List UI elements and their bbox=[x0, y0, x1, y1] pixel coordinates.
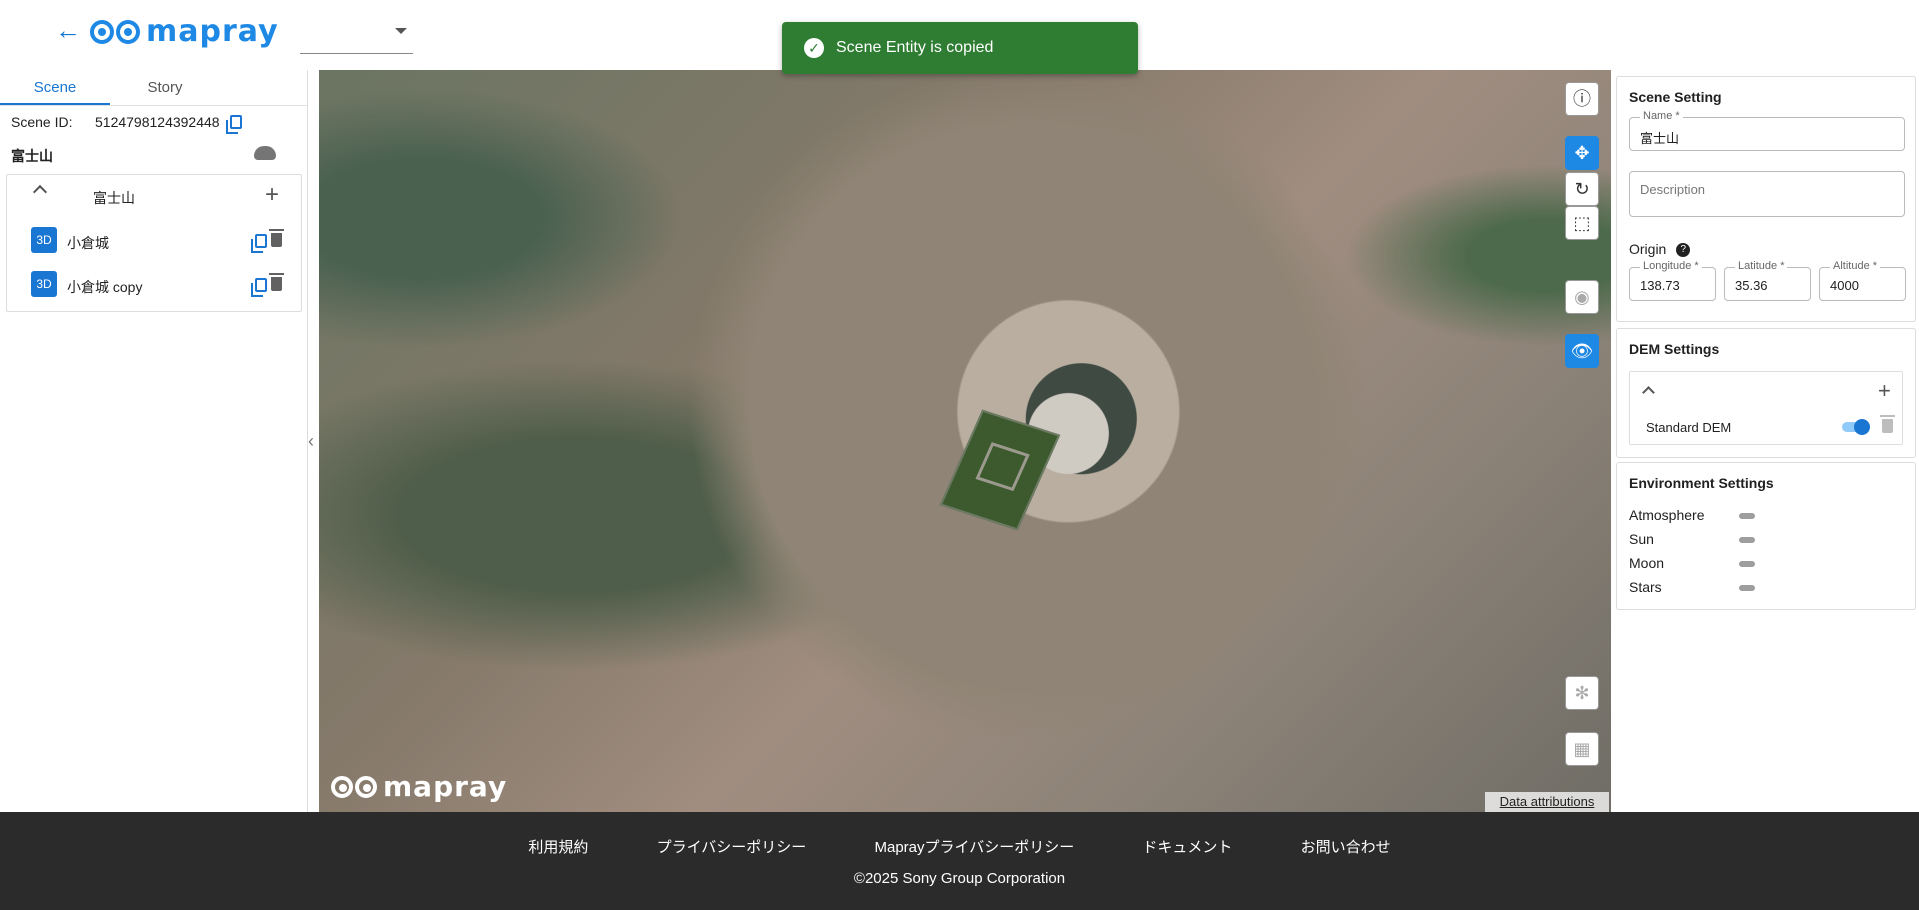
owl-logo-icon bbox=[90, 19, 140, 44]
success-toast: ✓ Scene Entity is copied bbox=[782, 22, 1138, 74]
latitude-value: 35.36 bbox=[1735, 278, 1768, 293]
rotate-icon[interactable]: ↻ bbox=[1565, 172, 1599, 206]
origin-label: Origin ? bbox=[1629, 241, 1691, 258]
name-field-label: Name * bbox=[1640, 110, 1683, 122]
add-dem-icon[interactable]: + bbox=[1878, 378, 1891, 404]
tab-scene[interactable]: Scene bbox=[0, 70, 110, 105]
footer-link-docs[interactable]: ドキュメント bbox=[1142, 839, 1232, 856]
info-icon[interactable]: ⓘ bbox=[1565, 82, 1599, 116]
scene-id-value: 5124798124392448 bbox=[95, 114, 220, 130]
env-label: Moon bbox=[1629, 555, 1665, 571]
footer-link-privacy[interactable]: プライバシーポリシー bbox=[657, 839, 807, 856]
name-field[interactable]: Name * 富士山 bbox=[1629, 110, 1905, 151]
castle-3d-model[interactable] bbox=[939, 409, 1061, 531]
tree-item-label: 小倉城 bbox=[67, 235, 109, 251]
mapray-logo[interactable]: mapray bbox=[90, 14, 279, 49]
tree-item[interactable]: 3D 小倉城 copy bbox=[7, 263, 301, 307]
atmosphere-toggle[interactable] bbox=[1739, 513, 1755, 519]
copy-icon[interactable] bbox=[251, 278, 267, 297]
altitude-field[interactable]: Altitude * 4000 bbox=[1819, 260, 1906, 301]
origin-label-text: Origin bbox=[1629, 241, 1667, 257]
name-field-value: 富士山 bbox=[1640, 131, 1680, 146]
owl-logo-icon bbox=[331, 775, 377, 798]
description-field[interactable]: Description bbox=[1629, 171, 1905, 217]
latitude-label: Latitude * bbox=[1735, 260, 1788, 272]
env-label: Sun bbox=[1629, 531, 1654, 547]
dem-settings-card: DEM Settings + Standard DEM bbox=[1616, 328, 1916, 458]
longitude-label: Longitude * bbox=[1640, 260, 1702, 272]
check-circle-icon: ✓ bbox=[804, 38, 824, 58]
move-icon[interactable]: ✥ bbox=[1565, 136, 1599, 170]
environment-settings-card: Environment Settings Atmosphere Sun Moon… bbox=[1616, 462, 1916, 610]
tree-item[interactable]: 3D 小倉城 bbox=[7, 219, 301, 263]
longitude-value: 138.73 bbox=[1640, 278, 1680, 293]
env-row-moon: Moon bbox=[1629, 555, 1755, 571]
model-3d-badge: 3D bbox=[31, 227, 57, 253]
logo-text: mapray bbox=[146, 14, 279, 49]
altitude-value: 4000 bbox=[1830, 278, 1859, 293]
map-logo-text: mapray bbox=[383, 770, 508, 803]
dem-item-label: Standard DEM bbox=[1646, 420, 1732, 435]
sun-toggle[interactable] bbox=[1739, 537, 1755, 543]
dem-list: + Standard DEM bbox=[1629, 371, 1903, 445]
moon-toggle[interactable] bbox=[1739, 561, 1755, 567]
data-attributions-link[interactable]: Data attributions bbox=[1485, 792, 1609, 812]
model-3d-badge: 3D bbox=[31, 271, 57, 297]
env-label: Stars bbox=[1629, 579, 1662, 595]
eye-icon[interactable]: 👁 bbox=[1565, 334, 1599, 368]
footer-link-contact[interactable]: お問い合わせ bbox=[1301, 839, 1391, 856]
back-arrow-icon[interactable]: ← bbox=[54, 16, 82, 44]
env-label: Atmosphere bbox=[1629, 507, 1705, 523]
longitude-field[interactable]: Longitude * 138.73 bbox=[1629, 260, 1716, 301]
copy-icon[interactable] bbox=[251, 234, 267, 253]
scene-id-label: Scene ID: bbox=[11, 114, 73, 130]
dem-toggle[interactable] bbox=[1842, 419, 1870, 435]
copy-icon[interactable] bbox=[225, 115, 242, 134]
cloud-upload-icon[interactable] bbox=[254, 146, 276, 160]
scene-setting-title: Scene Setting bbox=[1629, 89, 1722, 105]
left-panel: Scene Story Scene ID: 5124798124392448 富… bbox=[0, 70, 308, 812]
delete-icon[interactable] bbox=[1880, 415, 1895, 433]
toast-message: Scene Entity is copied bbox=[836, 39, 994, 56]
env-row-sun: Sun bbox=[1629, 531, 1755, 547]
help-icon[interactable]: ? bbox=[1676, 243, 1691, 258]
buildings-icon[interactable]: ▦ bbox=[1565, 732, 1599, 766]
footer-link-terms[interactable]: 利用規約 bbox=[528, 839, 588, 856]
env-row-atmosphere: Atmosphere bbox=[1629, 507, 1755, 523]
stars-toggle[interactable] bbox=[1739, 585, 1755, 591]
right-panel: Scene Setting Name * 富士山 Description Ori… bbox=[1613, 70, 1919, 812]
chevron-up-icon[interactable] bbox=[1642, 386, 1655, 399]
add-entity-icon[interactable]: + bbox=[265, 181, 279, 209]
altitude-label: Altitude * bbox=[1830, 260, 1881, 272]
description-placeholder: Description bbox=[1640, 182, 1706, 197]
compass-icon[interactable]: ✻ bbox=[1565, 676, 1599, 710]
delete-icon[interactable] bbox=[269, 273, 284, 291]
site-footer: 利用規約 プライバシーポリシー Maprayプライバシーポリシー ドキュメント … bbox=[0, 812, 1919, 910]
environment-settings-title: Environment Settings bbox=[1629, 475, 1774, 491]
chevron-up-icon[interactable] bbox=[32, 184, 48, 200]
target-icon[interactable]: ◉ bbox=[1565, 280, 1599, 314]
tab-story[interactable]: Story bbox=[110, 70, 220, 105]
scene-id-row: Scene ID: 5124798124392448 bbox=[11, 114, 242, 134]
footer-link-mapray-privacy[interactable]: Maprayプライバシーポリシー bbox=[874, 839, 1074, 856]
latitude-field[interactable]: Latitude * 35.36 bbox=[1724, 260, 1811, 301]
map-viewport[interactable]: mapray ⓘ ✥ ↻ ⬚ ◉ 👁 ✻ ▦ Data attributions bbox=[319, 70, 1611, 812]
select-area-icon[interactable]: ⬚ bbox=[1565, 206, 1599, 240]
panel-tabs: Scene Story bbox=[0, 70, 307, 106]
dem-settings-title: DEM Settings bbox=[1629, 341, 1720, 357]
header-dropdown[interactable] bbox=[300, 18, 413, 54]
chevron-down-icon bbox=[395, 28, 407, 34]
scene-setting-card: Scene Setting Name * 富士山 Description Ori… bbox=[1616, 76, 1916, 322]
env-row-stars: Stars bbox=[1629, 579, 1755, 595]
scene-name: 富士山 bbox=[11, 148, 53, 164]
tree-group-name: 富士山 bbox=[93, 190, 135, 206]
footer-links: 利用規約 プライバシーポリシー Maprayプライバシーポリシー ドキュメント … bbox=[0, 836, 1919, 857]
tree-item-label: 小倉城 copy bbox=[67, 279, 143, 295]
scene-tree: 富士山 + 3D 小倉城 3D 小倉城 copy bbox=[6, 174, 302, 312]
delete-icon[interactable] bbox=[269, 229, 284, 247]
tree-group-header: 富士山 + bbox=[7, 175, 301, 219]
copyright-text: ©2025 Sony Group Corporation bbox=[853, 870, 1066, 887]
map-watermark-logo: mapray bbox=[331, 770, 507, 803]
